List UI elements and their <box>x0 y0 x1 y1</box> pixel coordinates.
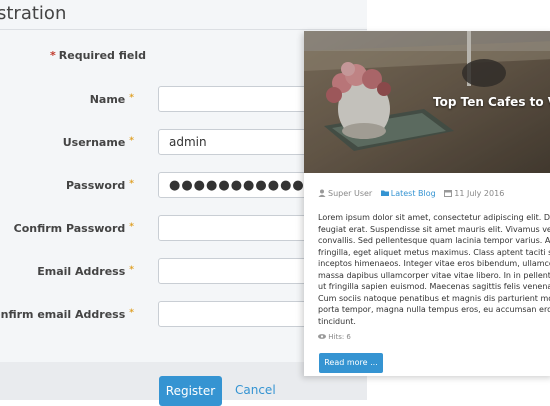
required-field-note: * Required field <box>50 49 146 62</box>
email-field[interactable] <box>158 258 318 284</box>
required-star: * <box>50 49 56 62</box>
required-asterisk: * <box>129 179 134 189</box>
user-icon <box>318 189 326 197</box>
register-button[interactable]: Register <box>159 376 222 406</box>
read-more-button[interactable]: Read more ... <box>319 353 383 373</box>
category-meta[interactable]: Latest Blog <box>380 189 439 198</box>
excerpt-line: tincidunt. <box>318 316 356 326</box>
excerpt-line: Lorem ipsum dolor sit amet, consectetur … <box>318 213 550 222</box>
date-meta: 11 July 2016 <box>444 189 504 198</box>
name-field[interactable] <box>158 86 318 112</box>
required-asterisk: * <box>129 265 134 275</box>
article-hero-image[interactable]: Top Ten Cafes to Vis <box>304 31 550 173</box>
article-meta: Super User Latest Blog 11 July 2016 <box>318 189 510 198</box>
blog-article-card: Top Ten Cafes to Vis Super User Latest B… <box>304 31 550 376</box>
excerpt-line: convallis. Sed pellentesque quam lacinia… <box>318 236 550 245</box>
password-field[interactable] <box>158 172 318 198</box>
article-title[interactable]: Top Ten Cafes to Vis <box>433 95 550 109</box>
excerpt-line: ut fringilla sapien euismod. Maecenas sa… <box>318 282 550 291</box>
required-asterisk: * <box>129 93 134 103</box>
excerpt-line: fringilla, eget aliquet metus maximus. C… <box>318 247 550 257</box>
title-divider <box>0 29 367 30</box>
password-label: Password * <box>65 179 134 192</box>
author-meta: Super User <box>318 189 375 198</box>
excerpt-line: feugiat erat. Suspendisse sit amet mauri… <box>318 224 550 234</box>
excerpt-line: massa dapibus ullamcorper vitae vitae li… <box>318 270 550 280</box>
page-title: istration <box>0 3 67 24</box>
required-note-text: Required field <box>58 49 147 62</box>
excerpt-line: inceptos himenaeos. Integer vitae eros b… <box>318 259 550 268</box>
required-asterisk: * <box>129 136 134 146</box>
username-label: Username * <box>62 136 134 149</box>
category-link: Latest Blog <box>390 189 436 198</box>
eye-icon <box>318 334 326 339</box>
confirm-email-label: Confirm email Address* <box>0 308 134 321</box>
excerpt-line: porta tempor, magna nulla tempus eros, e… <box>318 305 550 314</box>
folder-icon <box>380 190 389 196</box>
calendar-icon <box>444 190 453 197</box>
required-asterisk: * <box>129 308 134 318</box>
excerpt-line: Cum sociis natoque penatibus et magnis d… <box>318 293 550 303</box>
cancel-link[interactable]: Cancel <box>235 383 276 397</box>
hits-counter: Hits: 6 <box>318 333 351 341</box>
confirm-email-field[interactable] <box>158 301 318 327</box>
article-excerpt: Lorem ipsum dolor sit amet, consectetur … <box>318 212 550 327</box>
required-asterisk: * <box>129 222 134 232</box>
confirm-password-field[interactable] <box>158 215 318 241</box>
email-label: Email Address * <box>37 265 134 278</box>
name-label: Name * <box>89 93 134 106</box>
username-field[interactable] <box>158 129 318 155</box>
confirm-password-label: Confirm Password * <box>13 222 134 235</box>
